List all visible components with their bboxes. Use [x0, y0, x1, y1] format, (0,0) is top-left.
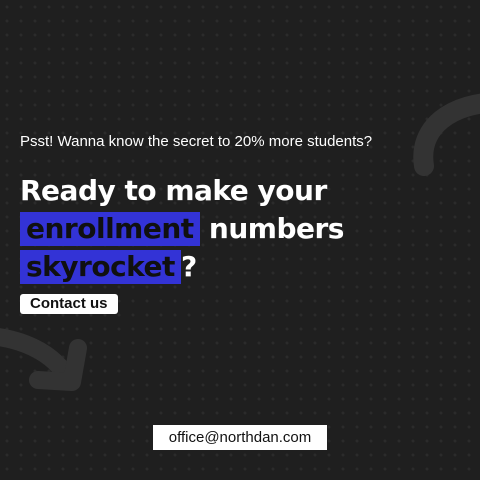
curved-arrow-bottom-icon	[0, 328, 87, 391]
headline-question-mark: ?	[180, 250, 197, 283]
contact-us-button[interactable]: Contact us	[20, 294, 118, 314]
teaser-text: Psst! Wanna know the secret to 20% more …	[20, 133, 373, 150]
headline-line-3: skyrocket?	[20, 248, 344, 286]
headline-line-1: Ready to make your	[20, 174, 327, 207]
highlight-enrollment: enrollment	[20, 212, 200, 246]
headline-line-2: enrollment numbers	[20, 210, 344, 248]
contact-email[interactable]: office@northdan.com	[153, 425, 327, 450]
headline-numbers: numbers	[208, 212, 345, 245]
curved-arrow-top-icon	[413, 93, 480, 176]
headline: Ready to make your enrollment numbers sk…	[20, 172, 344, 286]
promo-canvas: Psst! Wanna know the secret to 20% more …	[0, 0, 480, 480]
highlight-skyrocket: skyrocket	[20, 250, 181, 284]
